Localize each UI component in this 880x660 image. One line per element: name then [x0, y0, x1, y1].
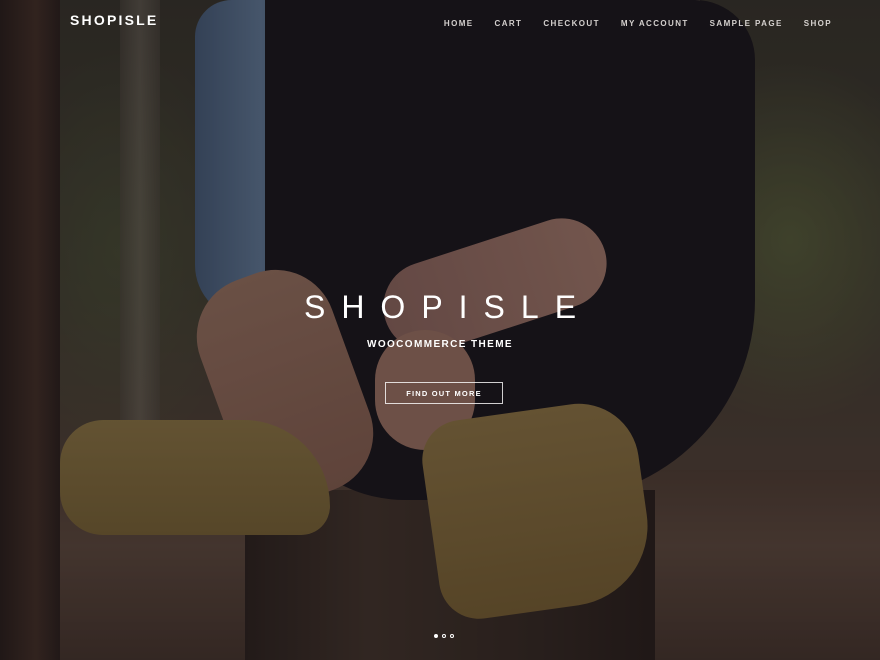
slider-dot-1[interactable] [434, 634, 438, 638]
nav-item-checkout[interactable]: CHECKOUT [543, 19, 600, 28]
main-navigation: HOME CART CHECKOUT MY ACCOUNT SAMPLE PAG… [444, 19, 832, 28]
hero-background-image [0, 0, 880, 660]
site-logo[interactable]: SHOPISLE [70, 12, 158, 28]
nav-item-shop[interactable]: SHOP [804, 19, 832, 28]
nav-item-my-account[interactable]: MY ACCOUNT [621, 19, 689, 28]
slider-dot-3[interactable] [450, 634, 454, 638]
nav-item-sample-page[interactable]: SAMPLE PAGE [710, 19, 783, 28]
nav-item-home[interactable]: HOME [444, 19, 474, 28]
nav-item-cart[interactable]: CART [495, 19, 523, 28]
hero-title: SHOPISLE [303, 289, 593, 326]
hero-subtitle: WOOCOMMERCE THEME [366, 339, 514, 350]
slider-dot-2[interactable] [442, 634, 446, 638]
find-out-more-button[interactable]: FIND OUT MORE [385, 382, 503, 404]
slider-pagination [434, 634, 454, 638]
top-header: SHOPISLE HOME CART CHECKOUT MY ACCOUNT S… [0, 0, 880, 45]
